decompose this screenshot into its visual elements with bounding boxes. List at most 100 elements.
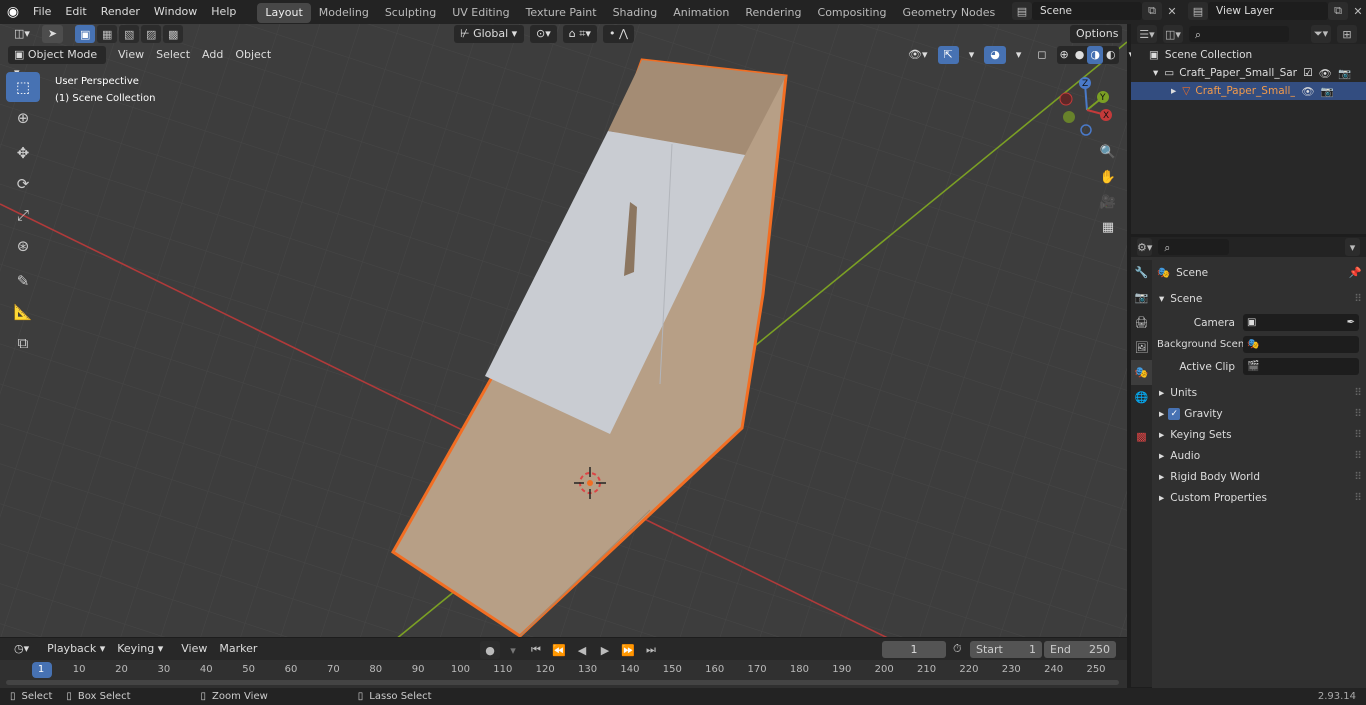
pivot-point-dropdown[interactable]: ⊙▾ bbox=[530, 25, 557, 43]
render-camera-icon[interactable]: 📷 bbox=[1338, 67, 1351, 80]
properties-options-icon[interactable]: ▾ bbox=[1344, 238, 1360, 256]
tab-compositing[interactable]: Compositing bbox=[810, 3, 895, 23]
select-extend-icon[interactable]: ▦ bbox=[97, 25, 118, 43]
scene-name-field[interactable]: Scene bbox=[1032, 2, 1142, 20]
timeline-view-menu[interactable]: View bbox=[175, 640, 213, 658]
menu-render[interactable]: Render bbox=[94, 0, 147, 24]
marker-menu[interactable]: Marker bbox=[213, 640, 263, 658]
jump-end-icon[interactable]: ⏭ bbox=[641, 641, 661, 659]
scene-copy-icon[interactable]: ⧉ bbox=[1142, 2, 1162, 20]
end-frame-field[interactable]: End 250 bbox=[1044, 641, 1116, 658]
drag-handle-icon[interactable]: ⠿ bbox=[1354, 387, 1362, 399]
drag-handle-icon[interactable]: ⠿ bbox=[1354, 293, 1362, 305]
view-layer-browse-icon[interactable]: ▤ bbox=[1188, 2, 1208, 20]
start-frame-field[interactable]: Start 1 bbox=[970, 641, 1042, 658]
gizmo-dropdown-icon[interactable]: ▾ bbox=[963, 46, 981, 64]
wireframe-shading-icon[interactable]: ⊕ bbox=[1057, 46, 1072, 64]
menu-help[interactable]: Help bbox=[204, 0, 243, 24]
tab-modeling[interactable]: Modeling bbox=[311, 3, 377, 23]
drag-handle-icon[interactable]: ⠿ bbox=[1354, 429, 1362, 441]
exclude-checkbox-icon[interactable]: ☑ bbox=[1303, 67, 1312, 79]
prev-keyframe-icon[interactable]: ⏪ bbox=[549, 641, 569, 659]
rigid-body-world-panel[interactable]: ▸ Rigid Body World ⠿ bbox=[1157, 466, 1362, 487]
solid-shading-icon[interactable]: ● bbox=[1072, 46, 1088, 64]
view-layer-field[interactable]: View Layer bbox=[1208, 2, 1328, 20]
pan-hand-icon[interactable]: ✋ bbox=[1097, 166, 1119, 188]
pin-icon[interactable]: 📌 bbox=[1349, 266, 1362, 279]
playback-menu[interactable]: Playback ▾ bbox=[41, 640, 111, 658]
current-frame-field[interactable]: 1 bbox=[882, 641, 946, 658]
overlay-dropdown-icon[interactable]: ▾ bbox=[1010, 46, 1028, 64]
menu-object[interactable]: Object bbox=[229, 46, 277, 64]
add-cube-icon[interactable]: ⧉ bbox=[6, 328, 40, 358]
tool-tab-icon[interactable]: 🔧 bbox=[1131, 260, 1152, 285]
outliner-filter-icon[interactable]: ⏷▾ bbox=[1311, 25, 1331, 43]
expand-arrow-icon[interactable]: ▾ bbox=[1153, 67, 1158, 79]
proportional-edit-icon[interactable]: • ⋀ bbox=[602, 25, 634, 43]
timeline-editor-icon[interactable]: ◷▾ bbox=[8, 640, 35, 658]
properties-search-icon[interactable]: ⌕ bbox=[1158, 239, 1229, 255]
scene-browse-icon[interactable]: ▤ bbox=[1012, 2, 1032, 20]
stopwatch-icon[interactable]: ⏱ bbox=[953, 642, 962, 656]
gravity-checkbox[interactable]: ✓ bbox=[1168, 407, 1181, 420]
frame-ruler[interactable]: 1 10 20 30 40 50 60 70 80 90 100 110 120 130 140 150 160… bbox=[30, 662, 1127, 680]
outliner-object-row[interactable]: ▸ ▽ Craft_Paper_Small_Sandw 👁 📷 bbox=[1131, 82, 1366, 100]
drag-handle-icon[interactable]: ⠿ bbox=[1354, 492, 1362, 504]
menu-select[interactable]: Select bbox=[150, 46, 196, 64]
gizmo-toggle-icon[interactable]: ⇱ bbox=[937, 46, 959, 64]
custom-properties-panel[interactable]: ▸ Custom Properties ⠿ bbox=[1157, 487, 1362, 508]
outliner-scene-collection[interactable]: ▣ Scene Collection bbox=[1131, 46, 1366, 64]
tool-select-arrow-icon[interactable]: ➤ bbox=[41, 25, 64, 43]
scene-close-icon[interactable]: ✕ bbox=[1162, 2, 1182, 20]
transform-icon[interactable]: ⊛ bbox=[6, 231, 40, 261]
outliner-collection-row[interactable]: ▾ ▭ Craft_Paper_Small_Sandwich_ ☑ 👁 📷 bbox=[1131, 64, 1366, 82]
scene-panel-header[interactable]: ▾ Scene ⠿ bbox=[1157, 288, 1362, 309]
outliner-editor-icon[interactable]: ☰▾ bbox=[1137, 25, 1157, 43]
tab-geometry-nodes[interactable]: Geometry Nodes bbox=[894, 3, 1003, 23]
properties-editor-icon[interactable]: ⚙▾ bbox=[1137, 238, 1153, 256]
blender-logo-icon[interactable]: ◉ bbox=[0, 4, 26, 20]
tab-texture-paint[interactable]: Texture Paint bbox=[518, 3, 605, 23]
active-clip-field[interactable]: 🎬 bbox=[1243, 358, 1359, 375]
units-panel[interactable]: ▸ Units ⠿ bbox=[1157, 382, 1362, 403]
drag-handle-icon[interactable]: ⠿ bbox=[1354, 408, 1362, 420]
expand-arrow-icon[interactable]: ▸ bbox=[1171, 85, 1176, 97]
auto-key-icon[interactable]: ● bbox=[480, 641, 500, 659]
drag-handle-icon[interactable]: ⠿ bbox=[1354, 471, 1362, 483]
rotate-icon[interactable]: ⟳ bbox=[6, 169, 40, 199]
select-box-icon[interactable]: ⬚ bbox=[6, 72, 40, 102]
scene-tab-icon[interactable]: 🎭 bbox=[1131, 360, 1152, 385]
view-layer-copy-icon[interactable]: ⧉ bbox=[1328, 2, 1348, 20]
scale-icon[interactable]: ⤢ bbox=[6, 200, 40, 230]
render-camera-icon[interactable]: 📷 bbox=[1321, 85, 1334, 98]
play-icon[interactable]: ▶ bbox=[595, 641, 615, 659]
visibility-eye-icon[interactable]: 👁 bbox=[1319, 67, 1332, 80]
3d-viewport[interactable]: Z Y X bbox=[0, 24, 1127, 637]
tab-sculpting[interactable]: Sculpting bbox=[377, 3, 444, 23]
material-shading-icon[interactable]: ◑ bbox=[1087, 46, 1103, 64]
eyedropper-icon[interactable]: ✒ bbox=[1347, 317, 1355, 328]
mode-dropdown[interactable]: ▣ Object Mode ▾ bbox=[8, 46, 106, 79]
menu-edit[interactable]: Edit bbox=[58, 0, 93, 24]
outliner-display-mode-icon[interactable]: ◫▾ bbox=[1163, 25, 1183, 43]
gravity-panel[interactable]: ▸ ✓ Gravity ⠿ bbox=[1157, 403, 1362, 424]
camera-view-icon[interactable]: 🎥 bbox=[1097, 191, 1119, 213]
visibility-eye-icon[interactable]: 👁 bbox=[1301, 85, 1314, 98]
select-invert-icon[interactable]: ▨ bbox=[141, 25, 162, 43]
world-tab-icon[interactable]: 🌐 bbox=[1131, 385, 1152, 410]
auto-key-dropdown-icon[interactable]: ▾ bbox=[503, 641, 523, 659]
overlay-toggle-icon[interactable]: ◕ bbox=[984, 46, 1006, 64]
tab-uv-editing[interactable]: UV Editing bbox=[444, 3, 517, 23]
tab-layout[interactable]: Layout bbox=[257, 3, 311, 23]
new-collection-icon[interactable]: ⊞ bbox=[1337, 25, 1357, 43]
move-icon[interactable]: ✥ bbox=[6, 138, 40, 168]
menu-window[interactable]: Window bbox=[147, 0, 204, 24]
view-layer-close-icon[interactable]: ✕ bbox=[1348, 2, 1366, 20]
keying-sets-panel[interactable]: ▸ Keying Sets ⠿ bbox=[1157, 424, 1362, 445]
snap-toggle-icon[interactable]: ⌂ ⌗▾ bbox=[562, 25, 597, 43]
view-layer-tab-icon[interactable]: 🖼 bbox=[1131, 335, 1152, 360]
background-scene-field[interactable]: 🎭 bbox=[1243, 336, 1359, 353]
outliner-search-icon[interactable]: ⌕ bbox=[1189, 26, 1289, 42]
jump-start-icon[interactable]: ⏮ bbox=[526, 641, 546, 659]
rendered-shading-icon[interactable]: ◐ bbox=[1103, 46, 1119, 64]
